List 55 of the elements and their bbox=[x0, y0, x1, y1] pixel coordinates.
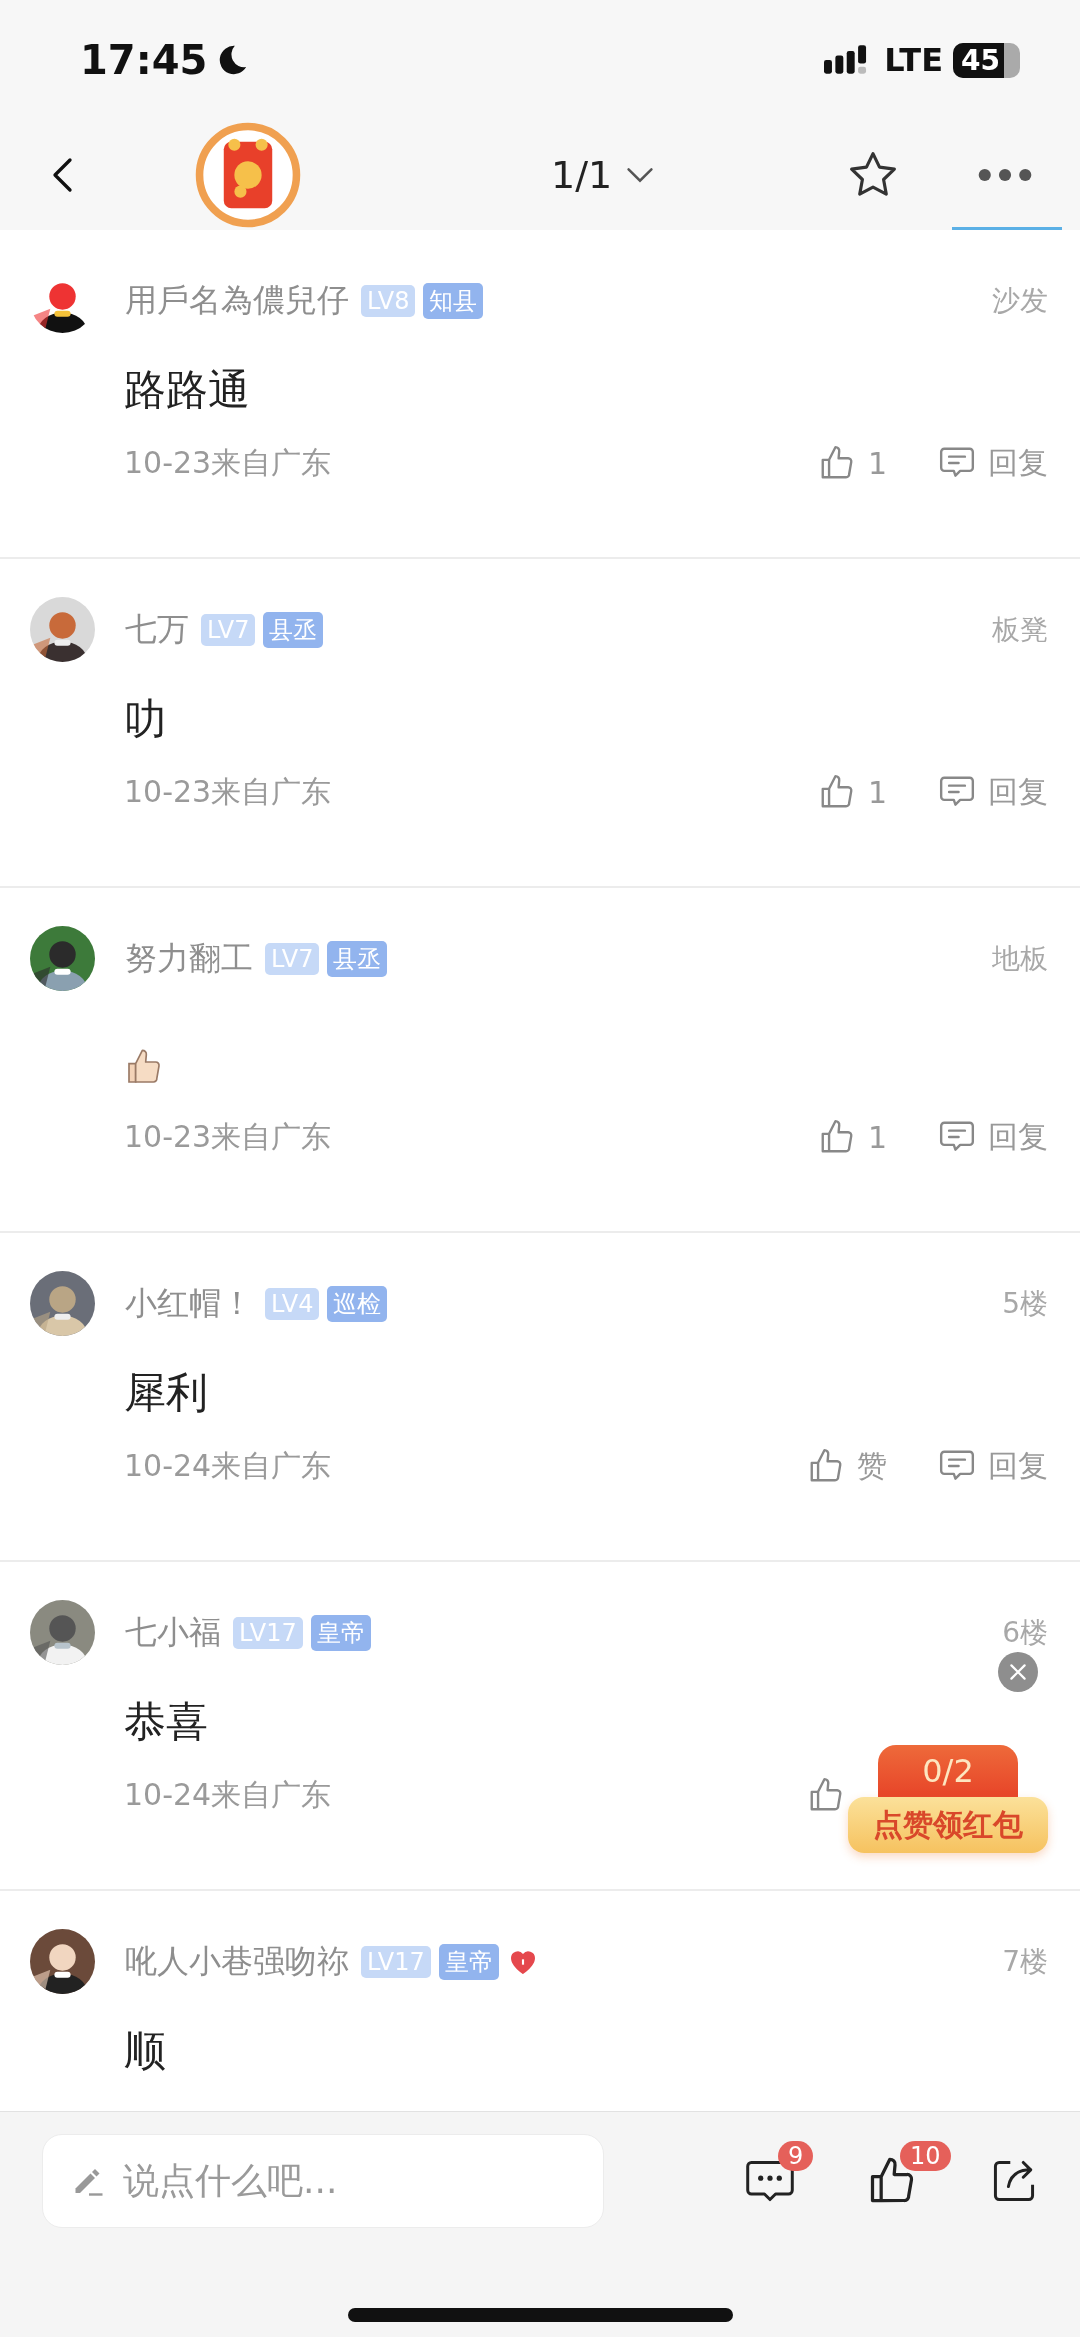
network-label: LTE bbox=[884, 41, 944, 79]
close-icon bbox=[1007, 1661, 1029, 1683]
username[interactable]: 吪人小巷强吻祢 bbox=[125, 1939, 349, 1984]
rank-tag: 县丞 bbox=[327, 940, 388, 977]
username[interactable]: 用戶名為儂兒仔 bbox=[125, 278, 349, 323]
input-placeholder: 说点什么吧... bbox=[123, 2158, 338, 2203]
username[interactable]: 小红帽！ bbox=[125, 1281, 253, 1326]
post-info: 10-23来自广东 bbox=[124, 443, 332, 482]
like-count[interactable]: 1 bbox=[867, 445, 887, 481]
battery-level: 45 bbox=[953, 42, 1004, 78]
more-icon[interactable] bbox=[978, 168, 1032, 182]
level-tag: LV17 bbox=[233, 1616, 303, 1649]
count-badge: 9 bbox=[778, 2141, 814, 2171]
reply-link[interactable]: 回复 bbox=[988, 442, 1048, 484]
level-tag: LV7 bbox=[265, 942, 320, 975]
comment-input[interactable]: 说点什么吧... bbox=[42, 2134, 604, 2228]
comment-text: 顺 bbox=[124, 2025, 167, 2077]
level-tag: LV17 bbox=[361, 1945, 431, 1978]
floor-number: 板凳 bbox=[992, 611, 1048, 648]
level-tag: LV4 bbox=[265, 1287, 320, 1320]
reward-button[interactable]: 点赞领红包 bbox=[848, 1797, 1048, 1853]
rank-tag: 巡检 bbox=[327, 1285, 388, 1322]
level-tag: LV7 bbox=[201, 613, 256, 646]
post-info: 10-23来自广东 bbox=[124, 772, 332, 811]
rank-tag: 皇帝 bbox=[310, 1614, 371, 1651]
like-count[interactable]: 1 bbox=[867, 774, 887, 810]
comment-text: 叻 bbox=[124, 693, 167, 745]
count-badge: 10 bbox=[900, 2141, 951, 2171]
floor-number: 5楼 bbox=[1002, 1285, 1048, 1322]
comment-text: 犀利 bbox=[124, 1367, 209, 1419]
floor-number: 6楼 bbox=[1002, 1614, 1048, 1651]
rank-tag: 皇帝 bbox=[438, 1943, 499, 1980]
reply-link[interactable]: 回复 bbox=[988, 771, 1048, 813]
rank-tag: 县丞 bbox=[263, 611, 324, 648]
floor-number: 地板 bbox=[992, 940, 1048, 977]
username[interactable]: 努力翻工 bbox=[125, 936, 253, 981]
reply-link[interactable]: 回复 bbox=[988, 1116, 1048, 1158]
envelope-icon[interactable] bbox=[195, 122, 301, 228]
like-count[interactable]: 1 bbox=[867, 1119, 887, 1155]
username[interactable]: 七小福 bbox=[125, 1610, 221, 1655]
level-tag: LV8 bbox=[361, 284, 416, 317]
reply-link[interactable]: 回复 bbox=[988, 1445, 1048, 1487]
comment-text: 恭喜 bbox=[124, 1696, 209, 1748]
floor-number: 7楼 bbox=[1002, 1943, 1048, 1980]
post-info: 10-24来自广东 bbox=[124, 1446, 332, 1485]
like-count[interactable]: 赞 bbox=[857, 1445, 887, 1487]
post-info: 10-24来自广东 bbox=[124, 1775, 332, 1814]
rank-tag: 知县 bbox=[423, 282, 484, 319]
chevron-down-icon bbox=[626, 167, 655, 183]
page-selector[interactable]: 1/1 bbox=[551, 153, 655, 197]
post-info: 10-23来自广东 bbox=[124, 1117, 332, 1156]
comment-text: 路路通 bbox=[124, 364, 251, 416]
username[interactable]: 七万 bbox=[125, 607, 189, 652]
clock-time: 17:45 bbox=[80, 37, 208, 83]
floor-number: 沙发 bbox=[992, 282, 1048, 319]
